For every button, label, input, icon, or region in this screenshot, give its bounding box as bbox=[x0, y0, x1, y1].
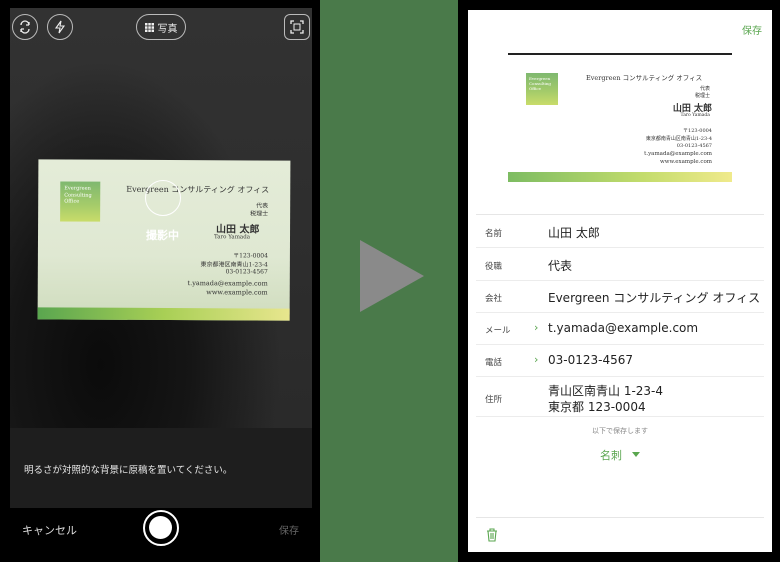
save-button-disabled[interactable]: 保存 bbox=[279, 522, 299, 537]
flash-icon[interactable] bbox=[47, 14, 73, 40]
address-line-2[interactable]: 東京都 123-0004 bbox=[548, 398, 646, 415]
card-romaji: Taro Yamada bbox=[213, 234, 251, 241]
toolbar-divider bbox=[476, 517, 764, 518]
preview-phone: 03-0123-4567 bbox=[676, 143, 712, 149]
row-divider bbox=[476, 312, 764, 313]
role-label: 役職 bbox=[485, 262, 503, 272]
save-button[interactable]: 保存 bbox=[742, 22, 762, 37]
switch-camera-icon[interactable] bbox=[12, 14, 38, 40]
grid-icon bbox=[144, 22, 154, 32]
preview-stripe bbox=[508, 172, 732, 182]
chevron-right-icon[interactable]: › bbox=[534, 353, 538, 366]
row-divider bbox=[476, 344, 764, 345]
chevron-right-icon[interactable]: › bbox=[534, 321, 538, 334]
phone-value[interactable]: 03-0123-4567 bbox=[548, 353, 633, 367]
card-email: t.yamada@example.com bbox=[187, 279, 268, 288]
document-type-button[interactable]: 写真 bbox=[136, 14, 186, 40]
company-value[interactable]: Evergreen コンサルティング オフィス bbox=[548, 289, 760, 306]
card-address: 東京都港区南青山1-23-4 bbox=[200, 261, 268, 269]
trash-icon[interactable] bbox=[486, 528, 498, 542]
email-value[interactable]: t.yamada@example.com bbox=[548, 321, 698, 335]
save-type-dropdown[interactable]: 名刺 bbox=[600, 447, 640, 463]
card-stripe bbox=[37, 307, 290, 321]
card-postal: 〒123-0004 bbox=[233, 252, 268, 260]
caret-down-icon bbox=[632, 452, 640, 457]
preview-company: Evergreen コンサルティング オフィス bbox=[586, 74, 703, 82]
preview-postal: 〒123-0004 bbox=[683, 128, 712, 134]
save-below-label: 以下で保存します bbox=[592, 427, 648, 435]
card-name: 山田 太郎 bbox=[216, 224, 260, 236]
save-destination-area: 以下で保存します bbox=[468, 426, 772, 436]
preview-logo: Evergreen Consulting Office bbox=[526, 73, 558, 105]
preview-romaji: Taro Yamada bbox=[680, 113, 710, 118]
document-type-label: 写真 bbox=[157, 23, 178, 35]
email-label: メール bbox=[485, 326, 511, 336]
preview-logo-text: Evergreen Consulting Office bbox=[529, 76, 551, 92]
divider bbox=[476, 214, 764, 215]
cancel-button[interactable]: キャンセル bbox=[22, 522, 77, 538]
address-label: 住所 bbox=[485, 395, 503, 405]
card-logo-text: Evergreen Consulting Office bbox=[64, 185, 92, 205]
company-label: 会社 bbox=[485, 294, 503, 304]
row-divider bbox=[476, 247, 764, 248]
preview-web: www.example.com bbox=[660, 159, 712, 165]
card-web: www.example.com bbox=[206, 288, 268, 297]
card-logo: Evergreen Consulting Office bbox=[60, 181, 101, 222]
card-phone: 03-0123-4567 bbox=[225, 268, 268, 276]
capturing-status: 撮影中 bbox=[146, 229, 179, 242]
save-type-label: 名刺 bbox=[600, 449, 622, 462]
row-divider bbox=[476, 376, 764, 377]
preview-title-1: 代表 bbox=[699, 86, 710, 92]
row-divider bbox=[476, 416, 764, 417]
hint-text: 明るさが対照的な背景に原稿を置いてください。 bbox=[24, 465, 233, 476]
phone-label: 電話 bbox=[485, 358, 503, 368]
crop-scan-icon[interactable] bbox=[284, 14, 310, 40]
focus-indicator bbox=[145, 180, 181, 216]
preview-email: t.yamada@example.com bbox=[644, 151, 712, 157]
preview-address: 東京都南青山区南青山1-23-4 bbox=[645, 136, 712, 142]
name-label: 名前 bbox=[485, 229, 503, 239]
card-title-2: 税理士 bbox=[250, 210, 269, 218]
address-line-1[interactable]: 青山区南青山 1-23-4 bbox=[548, 382, 663, 399]
role-value[interactable]: 代表 bbox=[548, 257, 572, 274]
shutter-button[interactable] bbox=[143, 510, 179, 546]
arrow-right-icon bbox=[360, 240, 424, 312]
row-divider bbox=[476, 280, 764, 281]
card-preview: Evergreen Consulting Office Evergreen コン… bbox=[508, 53, 732, 183]
preview-title-2: 税理士 bbox=[694, 93, 710, 99]
name-value[interactable]: 山田 太郎 bbox=[548, 224, 600, 241]
shutter-inner bbox=[149, 516, 172, 539]
